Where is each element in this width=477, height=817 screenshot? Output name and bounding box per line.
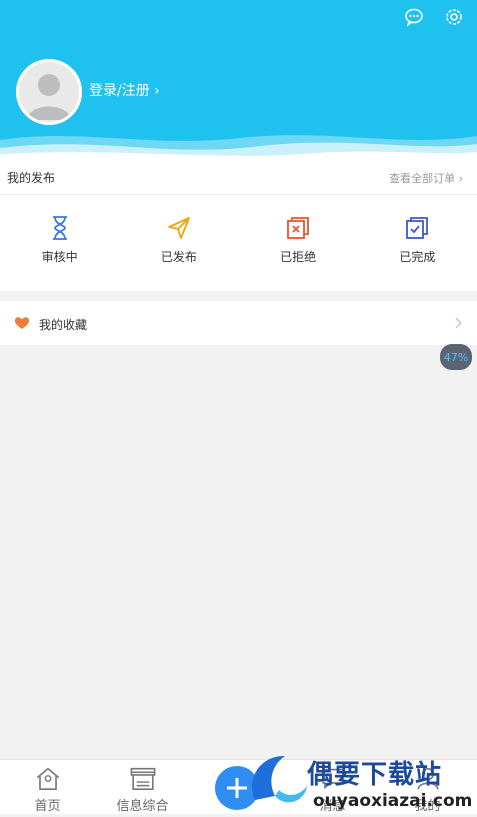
paper-plane-icon <box>167 217 190 239</box>
gear-icon[interactable] <box>443 6 465 28</box>
publish-plus-button[interactable] <box>215 766 259 810</box>
rejected-doc-icon <box>287 217 310 239</box>
tab-mine[interactable]: 我的 <box>380 760 475 814</box>
login-register-link[interactable]: 登录/注册 › <box>89 80 160 100</box>
status-rejected-label: 已拒绝 <box>280 250 317 264</box>
status-completed-label: 已完成 <box>399 250 436 264</box>
status-rejected[interactable]: 已拒绝 <box>239 195 358 291</box>
header-actions <box>403 6 465 28</box>
publish-status-row: 审核中 已发布 已拒绝 已完成 <box>0 195 477 291</box>
chat-icon <box>321 768 344 790</box>
my-favorites-label: 我的收藏 <box>39 318 88 332</box>
status-published-label: 已发布 <box>160 250 197 264</box>
tab-messages-label: 消息 <box>319 799 346 814</box>
message-icon[interactable] <box>403 6 425 28</box>
tab-mine-label: 我的 <box>414 799 441 814</box>
heart-icon <box>14 317 30 329</box>
status-published[interactable]: 已发布 <box>119 195 238 291</box>
status-completed[interactable]: 已完成 <box>358 195 477 291</box>
tab-home-label: 首页 <box>34 799 61 814</box>
avatar[interactable] <box>16 59 82 125</box>
my-publish-header: 我的发布 查看全部订单 › <box>0 160 477 195</box>
status-reviewing-label: 审核中 <box>41 250 78 264</box>
store-icon <box>130 767 155 791</box>
tab-info[interactable]: 信息综合 <box>95 760 190 814</box>
tab-home[interactable]: 首页 <box>0 760 95 814</box>
see-all-orders-link[interactable]: 查看全部订单 › <box>389 170 463 186</box>
status-reviewing[interactable]: 审核中 <box>0 195 119 291</box>
header-wave <box>0 135 477 160</box>
avatar-placeholder-icon <box>27 74 71 120</box>
user-icon <box>416 767 439 790</box>
tab-messages[interactable]: 消息 <box>285 760 380 814</box>
completed-doc-icon <box>406 217 429 239</box>
plus-icon <box>227 778 247 798</box>
chevron-right-icon <box>455 317 462 329</box>
home-icon <box>36 767 59 791</box>
profile-header: 登录/注册 › <box>0 0 477 160</box>
my-publish-title: 我的发布 <box>7 171 56 185</box>
tab-info-label: 信息综合 <box>116 799 169 814</box>
my-favorites-row[interactable]: 我的收藏 <box>0 301 477 345</box>
hourglass-icon <box>52 216 67 240</box>
progress-badge: 47% <box>440 344 472 370</box>
